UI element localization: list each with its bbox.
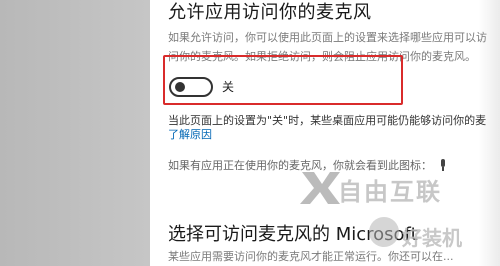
microphone-access-toggle[interactable] (169, 77, 213, 97)
watermark-brand2: 好装机 (402, 226, 462, 250)
desktop-apps-note: 当此页面上的设置为"关"时，某些桌面应用可能仍能够访问你的麦 (168, 114, 487, 127)
background-left (0, 0, 150, 266)
watermark-logo-icon (300, 172, 340, 204)
watermark-circle-icon (369, 217, 399, 247)
toggle-knob (175, 82, 185, 92)
microphone-icon (439, 159, 447, 171)
watermark-brand1: 自由互联 (338, 178, 442, 206)
learn-why-link[interactable]: 了解原因 (168, 126, 212, 142)
toggle-label: 关 (222, 80, 235, 94)
section-title: 允许应用访问你的麦克风 (168, 2, 372, 23)
